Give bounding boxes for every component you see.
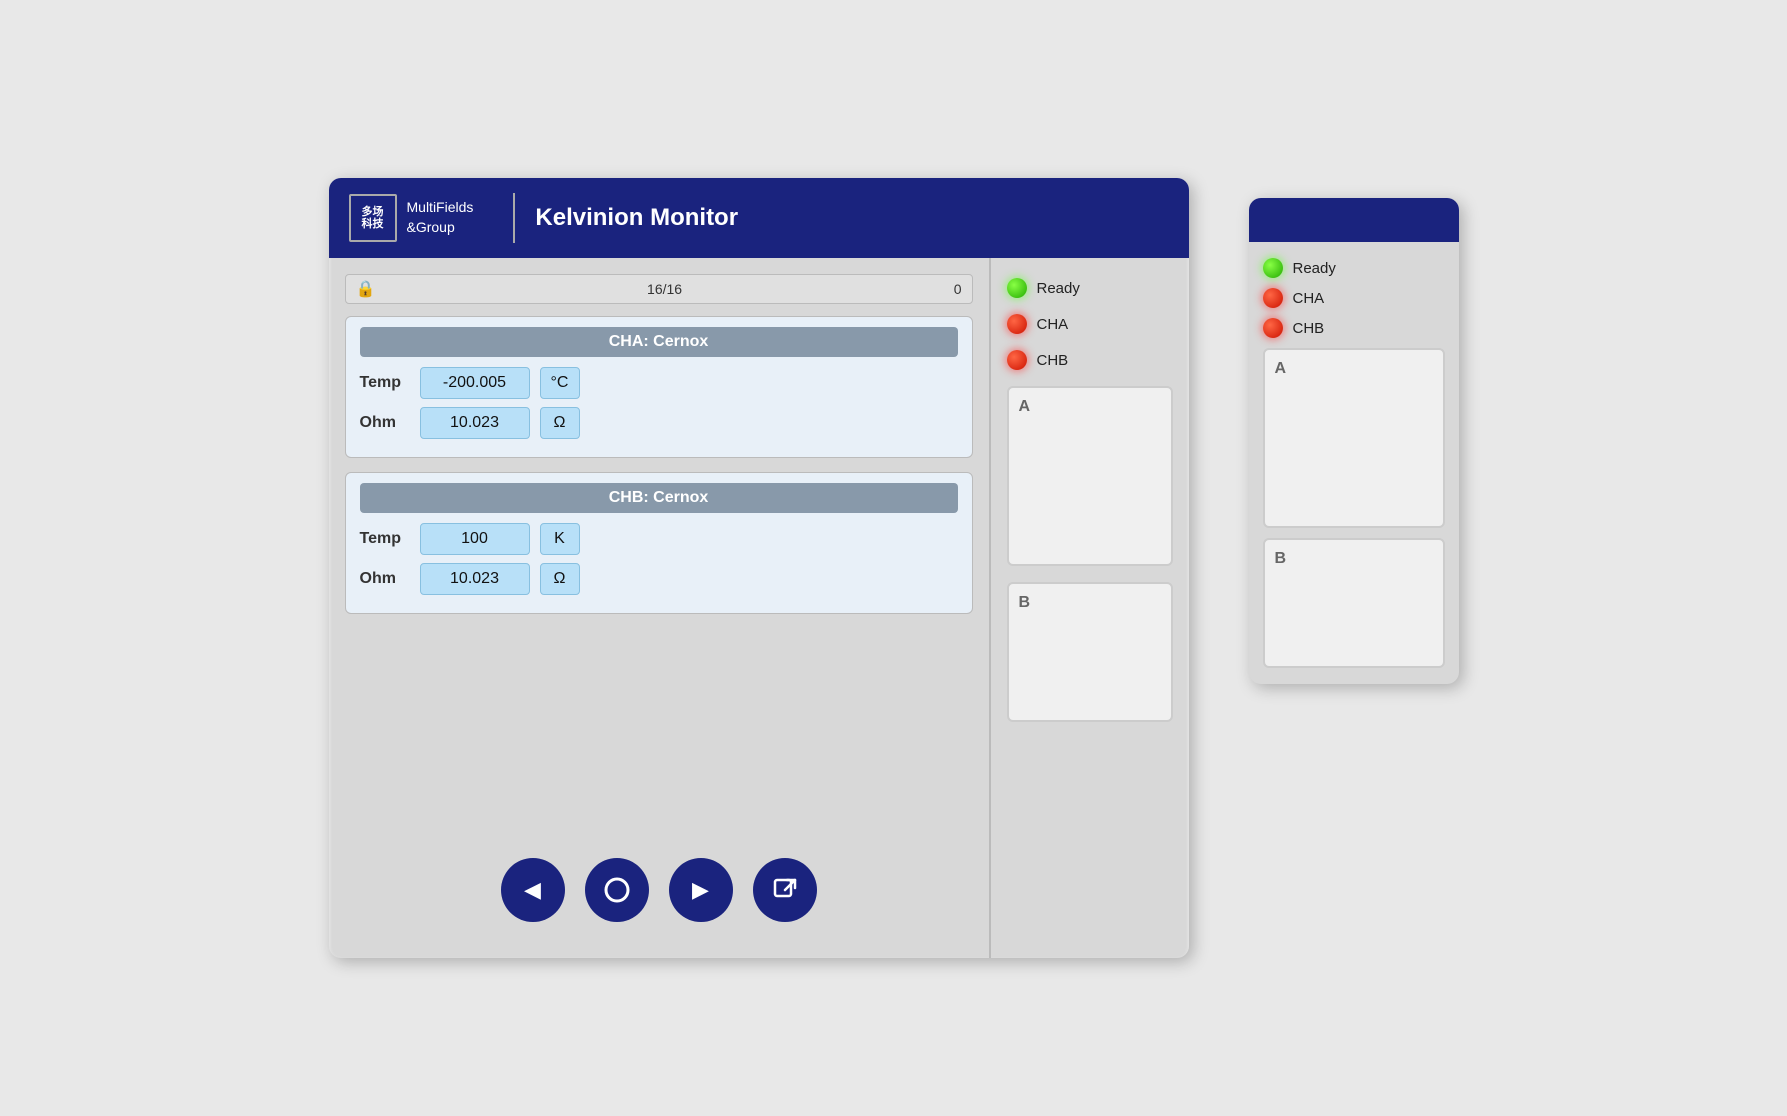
back-button[interactable]: ◀: [501, 858, 565, 922]
channel-a-title: CHA: Cernox: [360, 327, 958, 357]
left-panel: 🔒 16/16 0 CHA: Cernox Temp -200.005 °C O…: [329, 258, 989, 958]
temp-b-label: Temp: [360, 530, 410, 548]
indicator-chb-row: CHB: [1007, 350, 1173, 370]
led-ready: [1007, 278, 1027, 298]
logo-box: 多场 科技 MultiFields &Group: [349, 194, 474, 242]
indicator-chb-label: CHB: [1037, 352, 1069, 369]
slot-a-main: A: [1007, 386, 1173, 566]
led-chb: [1007, 350, 1027, 370]
ohm-b-unit: Ω: [540, 563, 580, 595]
ohm-a-unit: Ω: [540, 407, 580, 439]
channel-b-ohm-row: Ohm 10.023 Ω: [360, 563, 958, 595]
status-bar: 🔒 16/16 0: [345, 274, 973, 304]
indicator-cha-label: CHA: [1037, 316, 1069, 333]
indicator-ready-label: Ready: [1037, 280, 1080, 297]
circle-button[interactable]: [585, 858, 649, 922]
channel-b-box: CHB: Cernox Temp 100 K Ohm 10.023 Ω: [345, 472, 973, 614]
logo-icon: 多场 科技: [349, 194, 397, 242]
ohm-b-value: 10.023: [420, 563, 530, 595]
side-indicator-chb-row: CHB: [1263, 318, 1445, 338]
side-indicator-ready-row: Ready: [1263, 258, 1445, 278]
temp-a-value: -200.005: [420, 367, 530, 399]
temp-b-value: 100: [420, 523, 530, 555]
side-indicator-cha-row: CHA: [1263, 288, 1445, 308]
main-device: 多场 科技 MultiFields &Group Kelvinion Monit…: [329, 178, 1189, 958]
scene: 多场 科技 MultiFields &Group Kelvinion Monit…: [329, 178, 1459, 958]
channel-a-temp-row: Temp -200.005 °C: [360, 367, 958, 399]
slot-b-main-label: B: [1019, 594, 1031, 612]
status-zero: 0: [954, 281, 962, 297]
slot-b-side: B: [1263, 538, 1445, 668]
right-panel-main: Ready CHA CHB A B: [989, 258, 1189, 958]
slot-a-side: A: [1263, 348, 1445, 528]
side-device: Ready CHA CHB A B: [1249, 198, 1459, 684]
led-cha: [1007, 314, 1027, 334]
indicator-ready-row: Ready: [1007, 278, 1173, 298]
channel-b-title: CHB: Cernox: [360, 483, 958, 513]
side-led-cha: [1263, 288, 1283, 308]
header-title: Kelvinion Monitor: [535, 204, 738, 232]
export-button[interactable]: [753, 858, 817, 922]
ohm-b-label: Ohm: [360, 570, 410, 588]
side-device-body: Ready CHA CHB A B: [1249, 242, 1459, 684]
side-indicator-ready-label: Ready: [1293, 260, 1336, 277]
nav-buttons: ◀ ▶: [345, 828, 973, 942]
ohm-a-value: 10.023: [420, 407, 530, 439]
channel-a-box: CHA: Cernox Temp -200.005 °C Ohm 10.023 …: [345, 316, 973, 458]
channel-a-ohm-row: Ohm 10.023 Ω: [360, 407, 958, 439]
side-led-chb: [1263, 318, 1283, 338]
side-indicator-chb-label: CHB: [1293, 320, 1325, 337]
temp-a-label: Temp: [360, 374, 410, 392]
side-led-ready: [1263, 258, 1283, 278]
lock-icon: 🔒: [356, 279, 376, 299]
slot-b-side-label: B: [1275, 550, 1287, 568]
temp-a-unit: °C: [540, 367, 580, 399]
device-body: 🔒 16/16 0 CHA: Cernox Temp -200.005 °C O…: [329, 258, 1189, 958]
ohm-a-label: Ohm: [360, 414, 410, 432]
play-button[interactable]: ▶: [669, 858, 733, 922]
device-header: 多场 科技 MultiFields &Group Kelvinion Monit…: [329, 178, 1189, 258]
side-indicator-cha-label: CHA: [1293, 290, 1325, 307]
slot-a-main-label: A: [1019, 398, 1031, 416]
slot-a-side-label: A: [1275, 360, 1287, 378]
company-name: MultiFields &Group: [407, 198, 474, 237]
side-device-header: [1249, 198, 1459, 242]
channel-b-temp-row: Temp 100 K: [360, 523, 958, 555]
header-divider: [513, 193, 515, 243]
indicator-cha-row: CHA: [1007, 314, 1173, 334]
status-count: 16/16: [385, 281, 943, 297]
temp-b-unit: K: [540, 523, 580, 555]
slot-b-main: B: [1007, 582, 1173, 722]
